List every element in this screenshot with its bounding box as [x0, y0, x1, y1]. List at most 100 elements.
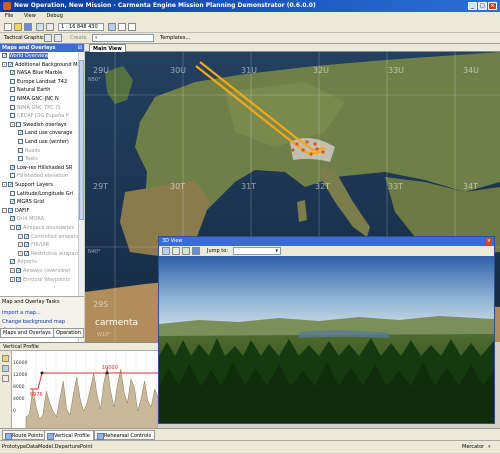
tab-rehearsal-controls[interactable]: Rehearsal Controls	[94, 430, 156, 440]
layer-tree-item[interactable]: Natural Earth	[10, 86, 50, 94]
menu-file[interactable]: File	[5, 13, 13, 19]
profile-chart[interactable]: 10000 6976 16000 12000 8000 4000 0	[12, 351, 158, 429]
select-icon[interactable]	[118, 23, 126, 31]
layer-tree-item[interactable]: + Controlled airspace	[18, 233, 78, 241]
layer-tree-item[interactable]: Texts	[18, 155, 38, 163]
close-button[interactable]: ×	[488, 2, 497, 10]
layer-tree-item[interactable]: World Overview	[2, 52, 49, 60]
create-dropdown[interactable]: Create	[70, 33, 87, 44]
tab-operation[interactable]: Operation	[53, 329, 84, 338]
layer-checkbox[interactable]	[24, 250, 29, 258]
collapse-icon[interactable]: -	[2, 207, 7, 213]
layer-checkbox[interactable]	[24, 233, 29, 241]
layer-tree-item[interactable]: Hillshaded elevation	[10, 172, 68, 180]
layer-checkbox[interactable]	[10, 113, 15, 119]
jump-to-combo[interactable]: ▾	[233, 247, 281, 255]
open-icon[interactable]	[14, 23, 22, 31]
layer-checkbox[interactable]	[10, 164, 15, 172]
layer-checkbox[interactable]	[10, 96, 15, 101]
layer-checkbox[interactable]	[10, 78, 15, 84]
layer-checkbox[interactable]	[8, 61, 13, 69]
pin-icon[interactable]: ⊡	[78, 44, 82, 52]
layer-tree-item[interactable]: MGRS Grid	[10, 198, 44, 206]
layer-tree-item[interactable]: Land use coverage	[18, 129, 72, 137]
layer-checkbox[interactable]	[16, 267, 21, 275]
zoom-icon[interactable]	[46, 23, 54, 31]
layer-checkbox[interactable]	[10, 258, 15, 266]
tab-maps-overlays[interactable]: Maps and Overlays	[0, 329, 54, 338]
layer-tree-item[interactable]: NASA Blue Marble	[10, 69, 62, 77]
projection-dropdown-icon[interactable]: ▾	[488, 441, 491, 454]
collapse-icon[interactable]: -	[10, 121, 15, 127]
tab-route-points[interactable]: Route Points	[2, 430, 48, 440]
layer-tree-item[interactable]: Europe Landsat 742	[10, 78, 67, 86]
view-3d-scene[interactable]	[159, 256, 494, 423]
layer-tree-item[interactable]: + Enroute Waypoints	[10, 276, 70, 284]
layer-tree-item[interactable]: CECAF JOG España P	[10, 112, 69, 120]
layer-tree-item[interactable]: + Airways (overview)	[10, 267, 71, 275]
tactical-tool-2-icon[interactable]	[54, 34, 62, 42]
layer-tree-item[interactable]: + Restrictive airspace	[18, 250, 78, 258]
edit-icon[interactable]	[128, 23, 136, 31]
layer-checkbox[interactable]	[10, 215, 15, 223]
change-dimming-link[interactable]: Change background map dimming...	[2, 318, 84, 333]
zoom-3d-icon[interactable]	[172, 247, 180, 255]
collapse-icon[interactable]: -	[2, 61, 7, 67]
layer-tree-item[interactable]: Roads	[18, 147, 40, 155]
expand-icon[interactable]: +	[10, 268, 15, 273]
layer-checkbox[interactable]	[18, 156, 23, 162]
layer-tree-item[interactable]: NIMA GNC TPC (S	[10, 104, 61, 112]
profile-tool-icon[interactable]	[2, 375, 9, 382]
scrollbar-thumb[interactable]	[79, 60, 84, 220]
layer-tree-item[interactable]: Low-res Hillshaded SR	[10, 164, 72, 172]
layer-tree-item[interactable]: Land use (winter)	[18, 138, 69, 146]
collapse-icon[interactable]: -	[10, 225, 15, 230]
layer-checkbox[interactable]	[8, 181, 13, 189]
layer-checkbox[interactable]	[10, 87, 15, 93]
tab-vertical-profile[interactable]: Vertical Profile	[44, 430, 94, 440]
layer-tree-item[interactable]: NIMA GNC-JNC N	[10, 95, 59, 103]
pan-icon[interactable]	[36, 23, 44, 31]
expand-icon[interactable]: +	[10, 276, 15, 282]
save-view-icon[interactable]	[192, 247, 200, 255]
expand-icon[interactable]: +	[18, 242, 23, 248]
layer-tree-item[interactable]: - Airspace boundaries	[10, 224, 74, 232]
new-icon[interactable]	[4, 23, 12, 31]
layer-checkbox[interactable]	[2, 52, 7, 60]
layer-checkbox[interactable]	[18, 147, 23, 153]
layer-checkbox[interactable]	[16, 276, 21, 284]
layer-tree-item[interactable]: - DAFIF	[2, 207, 29, 215]
layer-tree-item[interactable]: - Additional Background Ma	[2, 61, 78, 69]
layer-checkbox[interactable]	[18, 139, 23, 144]
minimize-button[interactable]: _	[468, 2, 477, 10]
measure-icon[interactable]	[108, 23, 116, 31]
tactical-tool-1-icon[interactable]	[44, 34, 52, 42]
globe-icon[interactable]	[182, 247, 190, 255]
layer-checkbox[interactable]	[10, 190, 15, 196]
tab-main-view[interactable]: Main View	[89, 44, 126, 52]
layer-checkbox[interactable]	[10, 173, 15, 179]
view-3d-close-button[interactable]: ×	[485, 237, 492, 246]
layer-tree-item[interactable]: - Swedish overlays	[10, 121, 66, 129]
layer-checkbox[interactable]	[16, 224, 21, 232]
layer-checkbox[interactable]	[18, 129, 23, 137]
profile-tool-icon[interactable]	[2, 355, 9, 362]
layer-tree-item[interactable]: Latitude/Longitude Gri	[10, 190, 73, 198]
profile-tool-icon[interactable]	[2, 365, 9, 372]
layer-tree-item[interactable]: Airports	[10, 258, 37, 266]
camera-icon[interactable]	[162, 247, 170, 255]
layer-tree-item[interactable]: + FIR/UIR	[18, 241, 49, 249]
save-icon[interactable]	[24, 23, 32, 31]
layer-tree-item[interactable]: - Support Layers	[2, 181, 53, 189]
layer-checkbox[interactable]	[16, 121, 21, 127]
layer-checkbox[interactable]	[10, 198, 15, 206]
import-map-link[interactable]: Import a map...	[2, 309, 41, 317]
maximize-button[interactable]: □	[478, 2, 487, 10]
menu-view[interactable]: View	[24, 13, 36, 19]
layer-tree-item[interactable]: Grid MORA	[10, 215, 44, 223]
templates-button[interactable]: Templates...	[160, 33, 190, 44]
menu-debug[interactable]: Debug	[46, 13, 62, 19]
layer-checkbox[interactable]	[24, 241, 29, 249]
collapse-icon[interactable]: -	[2, 182, 7, 187]
symbol-combo[interactable]: ▾	[92, 34, 154, 42]
